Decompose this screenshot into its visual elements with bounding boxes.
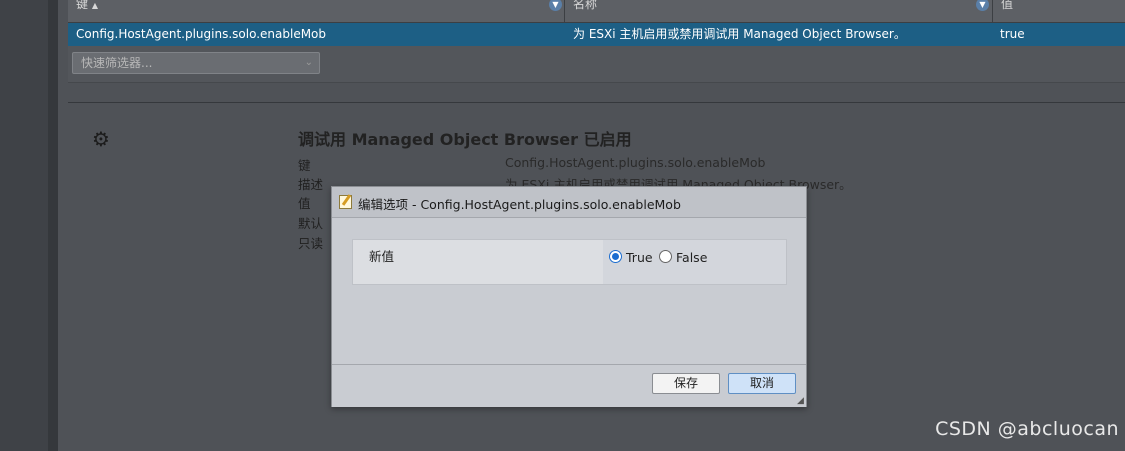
gear-icon: ⚙ [92,127,110,151]
edit-option-dialog: 编辑选项 - Config.HostAgent.plugins.solo.ena… [331,186,807,407]
left-sidebar [0,0,48,451]
row-key-cell: Config.HostAgent.plugins.solo.enableMob [76,27,327,41]
section-divider [68,102,1125,103]
new-value-form: 新值 True False [352,239,787,285]
save-button[interactable]: 保存 [652,373,720,394]
column-header-key[interactable]: 键 ▲ ▼ [68,0,565,22]
sort-asc-icon: ▲ [91,1,98,10]
form-label-cell: 新值 [353,240,603,284]
row-name-cell: 为 ESXi 主机启用或禁用调试用 Managed Object Browser… [573,27,906,41]
resize-grip-icon[interactable]: ◢ [797,397,805,406]
radio-true-label[interactable]: True [626,250,653,265]
table-row-selected[interactable]: Config.HostAgent.plugins.solo.enableMob … [68,23,1125,46]
watermark: CSDN @abcluocan [935,418,1119,440]
quick-filter-dropdown[interactable]: 快速筛选器... ⌄ [72,52,320,74]
detail-label-description: 描述 [298,177,324,192]
detail-label-value: 值 [298,196,311,211]
column-header-value[interactable]: 值 [993,0,1125,22]
grid-header: 键 ▲ ▼ 名称 ▼ 值 [68,0,1125,23]
filter-bar: 快速筛选器... ⌄ [68,46,1125,83]
column-header-name-label: 名称 [573,0,598,11]
column-menu-key-icon[interactable]: ▼ [549,0,562,11]
detail-label-default: 默认 [298,216,324,231]
cancel-button[interactable]: 取消 [728,373,796,394]
detail-label-readonly: 只读 [298,236,324,251]
sidebar-splitter[interactable] [48,0,58,451]
quick-filter-placeholder: 快速筛选器... [81,56,153,70]
column-header-key-label: 键 ▲ [76,0,98,11]
dialog-titlebar[interactable]: 编辑选项 - Config.HostAgent.plugins.solo.ena… [332,187,806,218]
detail-label-key: 键 [298,158,311,173]
detail-title: 调试用 Managed Object Browser 已启用 [298,130,632,149]
radio-false-label[interactable]: False [676,250,707,265]
detail-key-value: Config.HostAgent.plugins.solo.enableMob [505,155,766,170]
dialog-footer: 保存 取消 [332,364,806,407]
column-header-name[interactable]: 名称 ▼ [565,0,993,22]
row-value-cell: true [1000,27,1025,41]
chevron-down-icon: ⌄ [304,57,313,68]
new-value-label: 新值 [369,249,395,264]
radio-false[interactable] [659,250,672,263]
column-header-value-label: 值 [1001,0,1014,11]
edit-note-icon [339,195,352,209]
dialog-title: 编辑选项 - Config.HostAgent.plugins.solo.ena… [358,197,681,212]
column-menu-name-icon[interactable]: ▼ [976,0,989,11]
radio-true[interactable] [609,250,622,263]
